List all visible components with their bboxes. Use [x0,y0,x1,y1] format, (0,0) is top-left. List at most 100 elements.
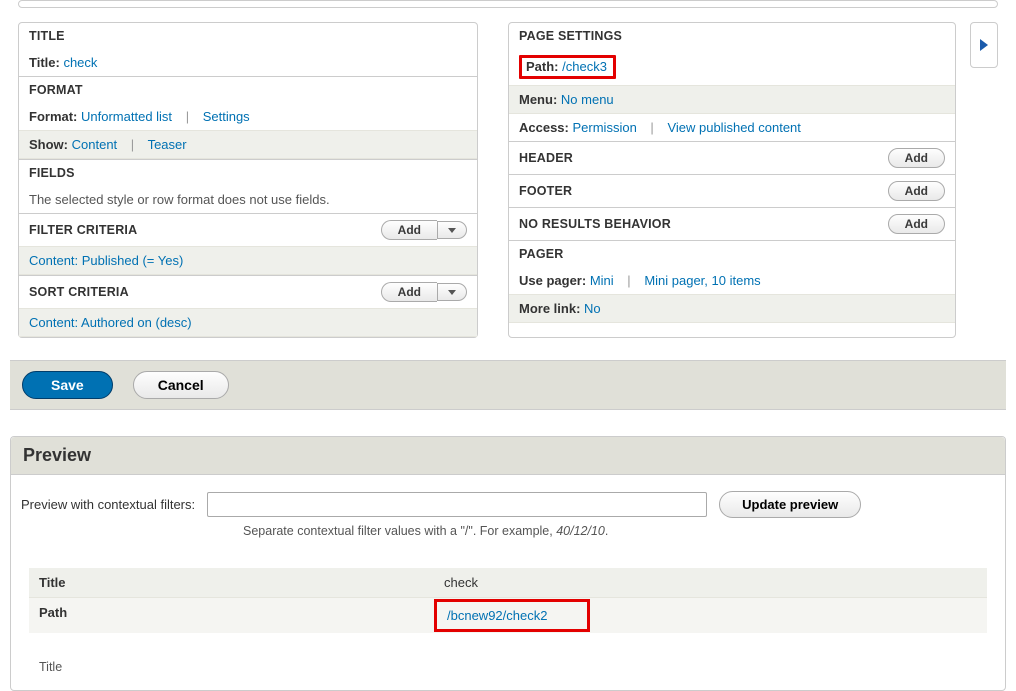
sort-add-group: Add [381,282,467,302]
table-path-value: /bcnew92/check2 [434,598,987,633]
footer-add-button[interactable]: Add [888,181,945,201]
divider: | [176,109,199,124]
filter-add-button[interactable]: Add [381,220,437,240]
show-row: Show: Content | Teaser [19,130,477,159]
fields-message: The selected style or row format does no… [19,186,477,213]
section-header: HEADER Add [509,141,955,174]
divider: | [121,137,144,152]
show-label: Show: [29,137,68,152]
section-filter: FILTER CRITERIA Add [19,213,477,246]
title-link[interactable]: check [63,55,97,70]
sort-item: Content: Authored on (desc) [19,308,477,337]
filter-add-dropdown[interactable] [437,221,467,239]
format-label: Format: [29,109,77,124]
access-published-link[interactable]: View published content [667,120,800,135]
cancel-button[interactable]: Cancel [133,371,229,399]
section-format-heading: FORMAT [29,83,83,97]
pager-more-label: More link: [519,301,580,316]
path-link[interactable]: /check3 [562,59,607,74]
sort-add-dropdown[interactable] [437,283,467,301]
help-example: 40/12/10 [556,524,605,538]
section-fields-heading: FIELDS [29,166,75,180]
access-row: Access: Permission | View published cont… [509,114,955,141]
preview-filter-row: Preview with contextual filters: Update … [21,491,995,518]
action-bar: Save Cancel [10,360,1006,410]
menu-label: Menu: [519,92,557,107]
format-settings-link[interactable]: Settings [203,109,250,124]
format-row: Format: Unformatted list | Settings [19,103,477,130]
left-column: TITLE Title: check FORMAT Format: Unform… [18,22,478,338]
table-path-label: Path [29,598,434,633]
section-page-heading: PAGE SETTINGS [519,29,622,43]
section-fields: FIELDS [19,159,477,186]
preview-block: Preview Preview with contextual filters:… [10,436,1006,691]
section-pager-heading: PAGER [519,247,564,261]
pager-items-link[interactable]: Mini pager, 10 items [644,273,760,288]
help-text-c: . [605,524,608,538]
divider: | [617,273,640,288]
pager-more-row: More link: No [509,294,955,323]
preview-table: Title check Path /bcnew92/check2 [29,568,987,633]
table-title-value: check [434,568,987,597]
section-footer-heading: FOOTER [519,184,572,198]
pager-use-label: Use pager: [519,273,586,288]
triangle-right-icon [980,39,988,51]
header-add-button[interactable]: Add [888,148,945,168]
pager-use-row: Use pager: Mini | Mini pager, 10 items [509,267,955,294]
noresults-add-button[interactable]: Add [888,214,945,234]
filter-add-group: Add [381,220,467,240]
columns-wrap: TITLE Title: check FORMAT Format: Unform… [18,22,998,338]
sort-add-button[interactable]: Add [381,282,437,302]
filter-item-link[interactable]: Content: Published (= Yes) [29,253,183,268]
teaser-link[interactable]: Teaser [148,137,187,152]
preview-filter-label: Preview with contextual filters: [21,497,195,512]
preview-body: Preview with contextual filters: Update … [11,475,1005,690]
path-value-highlight: /bcnew92/check2 [434,599,590,632]
contextual-filters-input[interactable] [207,492,707,517]
preview-bottom-title: Title [39,655,977,674]
section-title-heading: TITLE [29,29,65,43]
path-highlight: Path: /check3 [519,55,616,79]
access-value-link[interactable]: Permission [573,120,637,135]
table-title-label: Title [29,568,434,597]
section-sort-heading: SORT CRITERIA [29,285,129,299]
path-row: Path: /check3 [509,49,955,85]
divider: | [640,120,663,135]
section-header-heading: HEADER [519,151,573,165]
top-bar-stub [18,0,998,8]
sort-item-link[interactable]: Content: Authored on (desc) [29,315,192,330]
save-button[interactable]: Save [22,371,113,399]
table-row: Path /bcnew92/check2 [29,597,987,633]
section-footer: FOOTER Add [509,174,955,207]
path-label: Path: [526,59,559,74]
section-pager: PAGER [509,240,955,267]
update-preview-button[interactable]: Update preview [719,491,861,518]
menu-link[interactable]: No menu [561,92,614,107]
preview-path-link[interactable]: /bcnew92/check2 [447,608,547,623]
section-page-settings: PAGE SETTINGS [509,23,955,49]
format-link[interactable]: Unformatted list [81,109,172,124]
section-noresults-heading: NO RESULTS BEHAVIOR [519,217,671,231]
right-column: PAGE SETTINGS Path: /check3 Menu: No men… [508,22,956,338]
title-row: Title: check [19,49,477,76]
pager-use-link[interactable]: Mini [590,273,614,288]
access-label: Access: [519,120,569,135]
section-filter-heading: FILTER CRITERIA [29,223,137,237]
caret-down-icon [448,290,456,295]
caret-down-icon [448,228,456,233]
menu-row: Menu: No menu [509,85,955,114]
title-label: Title: [29,55,60,70]
preview-heading: Preview [11,437,1005,475]
filter-item: Content: Published (= Yes) [19,246,477,275]
help-text-a: Separate contextual filter values with a… [243,524,556,538]
section-title: TITLE [19,23,477,49]
section-sort: SORT CRITERIA Add [19,275,477,308]
table-row: Title check [29,568,987,597]
section-noresults: NO RESULTS BEHAVIOR Add [509,207,955,240]
preview-filter-help: Separate contextual filter values with a… [243,524,995,538]
section-format: FORMAT [19,76,477,103]
pager-more-link[interactable]: No [584,301,601,316]
expand-third-column[interactable] [970,22,998,68]
right-column-wrap: PAGE SETTINGS Path: /check3 Menu: No men… [508,22,998,338]
show-link[interactable]: Content [72,137,118,152]
